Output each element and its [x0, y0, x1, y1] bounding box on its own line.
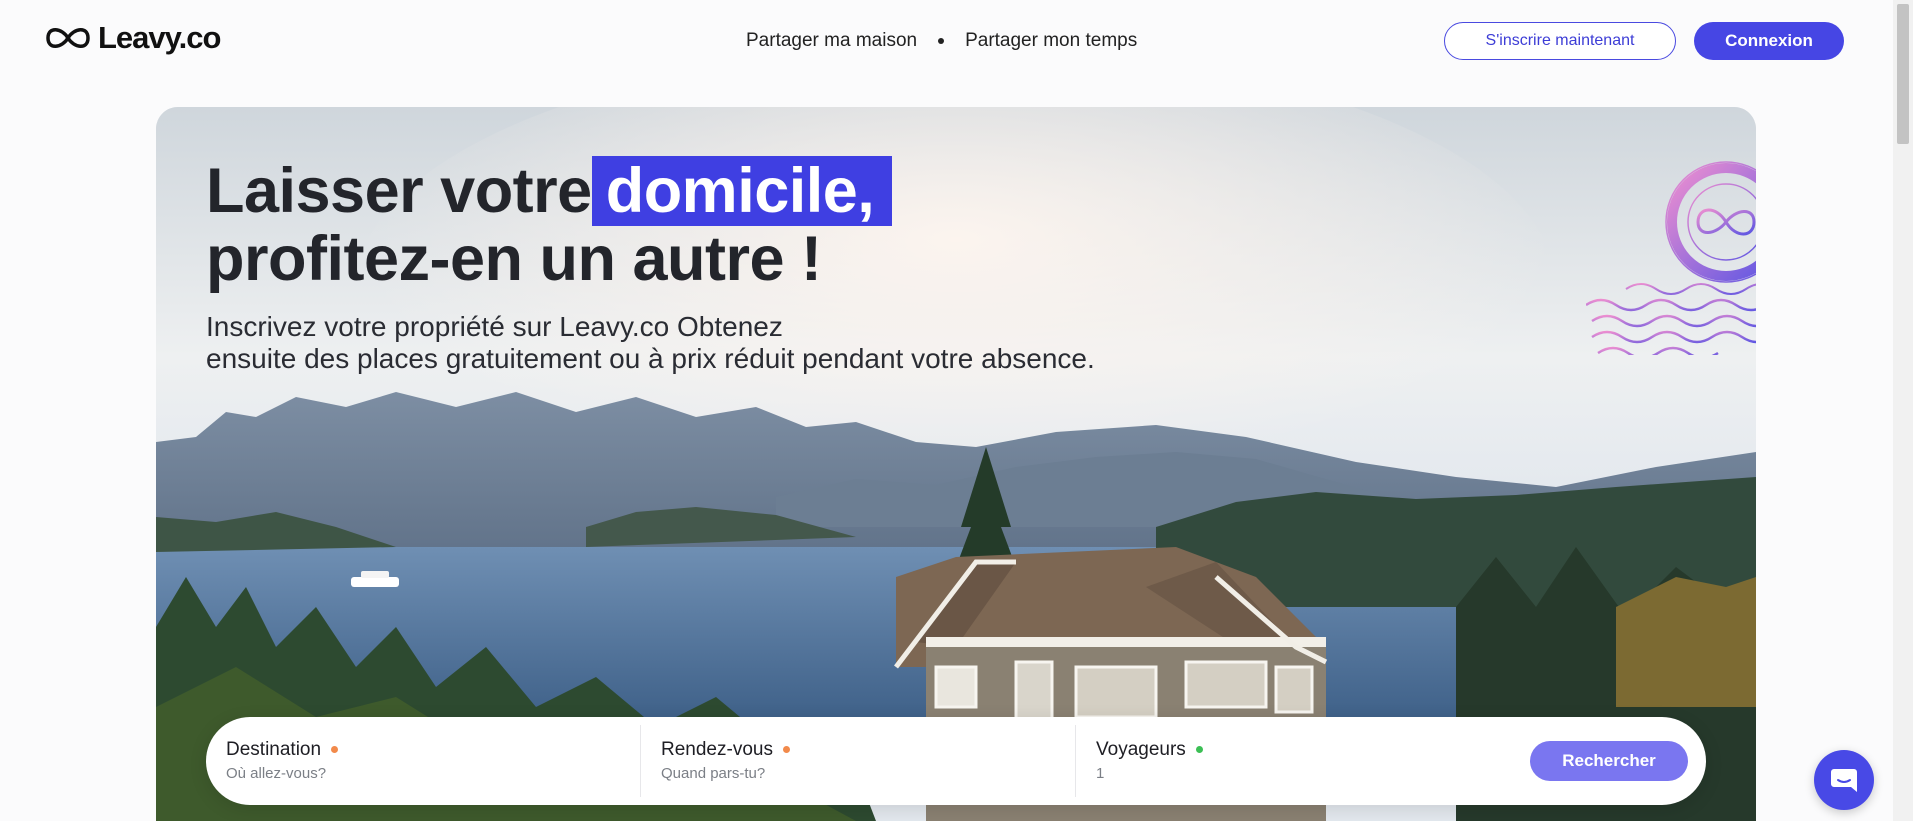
- travelers-label: Voyageurs: [1096, 739, 1186, 760]
- page-scrollbar[interactable]: [1893, 0, 1913, 821]
- main-nav: Partager ma maison Partager mon temps: [746, 30, 1137, 52]
- date-status-dot: [782, 746, 790, 754]
- hero-subtitle: Inscrivez votre propriété sur Leavy.co O…: [206, 311, 1166, 375]
- subtitle-line2: ensuite des places gratuitement ou à pri…: [206, 343, 1095, 374]
- destination-status-dot: [331, 746, 339, 754]
- date-placeholder: Quand pars-tu?: [661, 765, 766, 782]
- travelers-value: 1: [1096, 765, 1105, 782]
- login-button[interactable]: Connexion: [1694, 22, 1844, 60]
- search-bar: Destination Où allez-vous? Rendez-vous Q…: [206, 717, 1706, 805]
- headline-part2: profitez-en un autre !: [206, 224, 822, 294]
- brand-name: Leavy.co: [98, 20, 221, 55]
- travelers-field[interactable]: Voyageurs 1: [1076, 717, 1486, 805]
- nav-share-house[interactable]: Partager ma maison: [746, 30, 917, 52]
- destination-field[interactable]: Destination Où allez-vous?: [206, 717, 616, 805]
- postmark-icon: [1586, 161, 1756, 355]
- hero-section: Laisser votre domicile, profitez-en un au…: [156, 107, 1756, 821]
- subtitle-line1: Inscrivez votre propriété sur Leavy.co O…: [206, 311, 783, 342]
- chat-button[interactable]: [1814, 750, 1874, 810]
- scrollbar-thumb[interactable]: [1897, 4, 1909, 144]
- chat-bubble-icon: [1831, 769, 1857, 792]
- date-label: Rendez-vous: [661, 739, 773, 760]
- top-header: Leavy.co Partager ma maison Partager mon…: [0, 0, 1893, 84]
- travelers-status-dot: [1195, 746, 1203, 754]
- infinity-icon: [46, 28, 90, 48]
- date-field[interactable]: Rendez-vous Quand pars-tu?: [641, 717, 1051, 805]
- destination-placeholder: Où allez-vous?: [226, 765, 327, 782]
- signup-button[interactable]: S'inscrire maintenant: [1444, 22, 1676, 60]
- hero-headline: Laisser votre domicile, profitez-en un au…: [206, 156, 893, 294]
- nav-share-time[interactable]: Partager mon temps: [965, 30, 1137, 52]
- headline-part1: Laisser votre: [206, 156, 592, 226]
- nav-separator-dot: [938, 38, 945, 44]
- search-button[interactable]: Rechercher: [1530, 741, 1688, 781]
- brand-logo[interactable]: Leavy.co: [44, 20, 221, 56]
- headline-highlight: domicile,: [591, 156, 893, 226]
- destination-label: Destination: [226, 739, 322, 760]
